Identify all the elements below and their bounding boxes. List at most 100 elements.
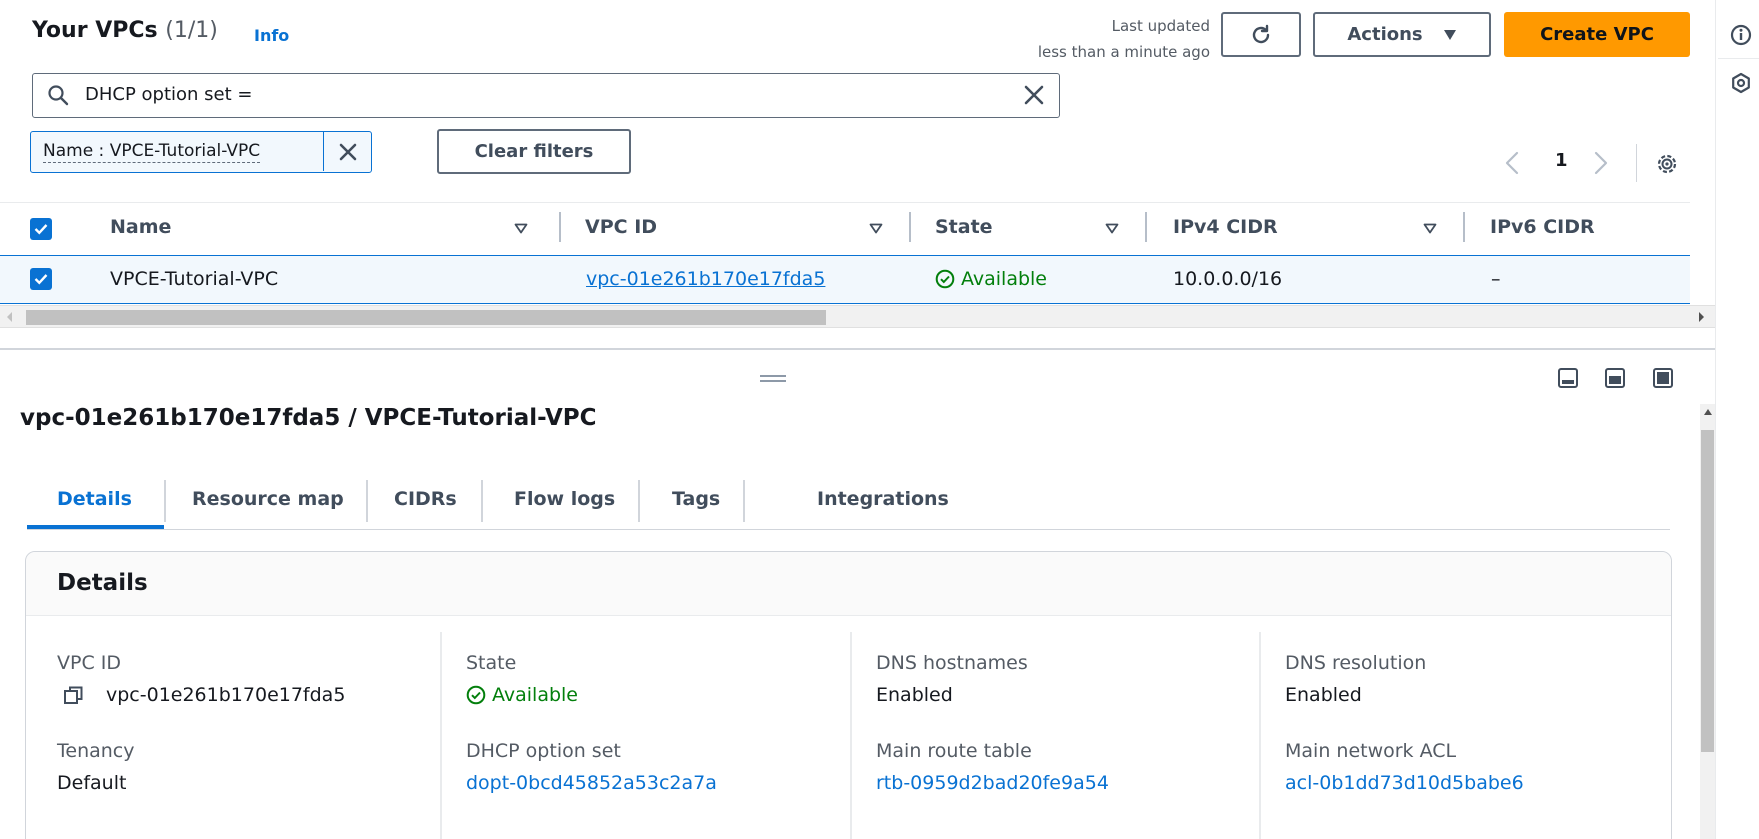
column-header-state[interactable]: State [935,216,993,238]
create-vpc-button[interactable]: Create VPC [1504,12,1690,57]
drag-handle-icon[interactable] [760,375,786,382]
tab-resource-map[interactable]: Resource map [192,488,344,510]
dns-hostnames-label: DNS hostnames [876,652,1028,674]
page-number[interactable]: 1 [1555,150,1568,171]
tab-divider [481,480,483,522]
clear-filters-button[interactable]: Clear filters [437,129,631,174]
page-title: Your VPCs (1/1) [32,18,218,43]
main-network-acl-link[interactable]: acl-0b1dd73d10d5babe6 [1285,772,1524,794]
info-link[interactable]: Info [254,26,289,45]
main-route-table-link[interactable]: rtb-0959d2bad20fe9a54 [876,772,1109,794]
caret-down-icon [1443,29,1456,40]
rail-divider [1718,58,1759,59]
column-separator [1259,632,1261,839]
search-input[interactable]: DHCP option set = [32,73,1060,118]
tab-integrations[interactable]: Integrations [817,488,949,510]
panel-bottom-small-icon[interactable] [1558,368,1578,388]
cell-ipv4-cidr: 10.0.0.0/16 [1173,268,1283,290]
dns-resolution-label: DNS resolution [1285,652,1427,674]
scroll-up-icon[interactable] [1703,408,1713,416]
scroll-left-icon[interactable] [6,311,14,323]
vertical-scrollbar-thumb[interactable] [1701,430,1714,752]
sort-icon[interactable] [1423,223,1437,234]
filter-token-label[interactable]: Name : VPCE-Tutorial-VPC [43,140,261,163]
sort-icon[interactable] [869,223,883,234]
state-value: Available [466,684,578,706]
column-header-vpc-id[interactable]: VPC ID [585,216,657,238]
details-card: Details VPC ID vpc-01e261b170e17fda5 Sta… [25,551,1672,839]
right-side-rail [1715,0,1759,839]
tab-details[interactable]: Details [57,488,132,510]
column-header-ipv6-cidr[interactable]: IPv6 CIDR [1490,216,1595,238]
last-updated-text: Last updated less than a minute ago [980,13,1210,65]
tenancy-value: Default [57,772,127,794]
column-separator [440,632,442,839]
dns-hostnames-value: Enabled [876,684,953,706]
actions-button[interactable]: Actions [1313,12,1491,57]
tab-flow-logs[interactable]: Flow logs [514,488,615,510]
details-card-title: Details [57,570,148,596]
selection-count: (1/1) [165,18,218,43]
main-network-acl-label: Main network ACL [1285,740,1457,762]
tab-tags[interactable]: Tags [672,488,720,510]
pagination-divider [1636,144,1637,182]
panel-full-icon[interactable] [1653,368,1673,388]
table-top-border [0,202,1690,203]
refresh-button[interactable] [1221,12,1301,57]
tab-divider [366,480,368,522]
cell-vpc-id-link[interactable]: vpc-01e261b170e17fda5 [586,268,825,290]
select-all-checkbox[interactable] [30,218,52,240]
chevron-right-icon[interactable] [1593,150,1609,176]
tab-divider [743,480,745,522]
refresh-icon [1252,24,1270,43]
checkmark-icon [34,274,48,285]
close-icon [339,143,356,160]
table-row[interactable]: VPCE-Tutorial-VPC vpc-01e261b170e17fda5 … [0,255,1690,304]
copy-icon[interactable] [64,686,83,705]
close-icon[interactable] [1021,82,1047,108]
row-checkbox[interactable] [30,268,52,290]
horizontal-scrollbar-thumb[interactable] [26,310,826,325]
tab-divider [164,480,166,522]
cell-state-text: Available [961,268,1048,290]
state-label: State [466,652,517,674]
column-divider[interactable] [1463,212,1465,242]
vpc-id-value: vpc-01e261b170e17fda5 [106,684,346,706]
column-divider[interactable] [559,212,561,242]
details-card-header: Details [26,552,1671,616]
checkmark-icon [34,224,48,235]
cell-state: Available [935,268,1047,290]
tab-divider [638,480,640,522]
active-tab-indicator [27,525,164,529]
cell-ipv6-cidr: – [1491,268,1501,290]
cell-name: VPCE-Tutorial-VPC [110,268,279,290]
gear-icon[interactable] [1730,72,1752,94]
column-divider[interactable] [909,212,911,242]
panel-bottom-medium-icon[interactable] [1605,368,1625,388]
filter-token: Name : VPCE-Tutorial-VPC [30,131,372,173]
filter-token-remove-button[interactable] [323,132,371,171]
state-value-text: Available [492,684,579,706]
main-route-table-label: Main route table [876,740,1032,762]
dns-resolution-value: Enabled [1285,684,1362,706]
scroll-right-icon[interactable] [1697,311,1705,323]
check-circle-icon [935,269,955,289]
vpc-id-label: VPC ID [57,652,121,674]
table-header: Name VPC ID State IPv4 CIDR IPv6 CIDR [0,204,1690,254]
page-title-text: Your VPCs [32,18,158,43]
check-circle-icon [466,685,486,705]
horizontal-scrollbar[interactable] [0,305,1715,328]
column-header-ipv4-cidr[interactable]: IPv4 CIDR [1173,216,1278,238]
tab-cidrs[interactable]: CIDRs [394,488,457,510]
chevron-left-icon[interactable] [1504,150,1520,176]
search-input-value: DHCP option set = [85,84,253,105]
gear-icon[interactable] [1655,152,1679,176]
sort-icon[interactable] [514,223,528,234]
info-icon[interactable] [1730,24,1752,46]
column-divider[interactable] [1145,212,1147,242]
sort-icon[interactable] [1105,223,1119,234]
dhcp-option-set-label: DHCP option set [466,740,621,762]
search-icon [48,85,69,106]
column-header-name[interactable]: Name [110,216,171,238]
dhcp-option-set-link[interactable]: dopt-0bcd45852a53c2a7a [466,772,717,794]
